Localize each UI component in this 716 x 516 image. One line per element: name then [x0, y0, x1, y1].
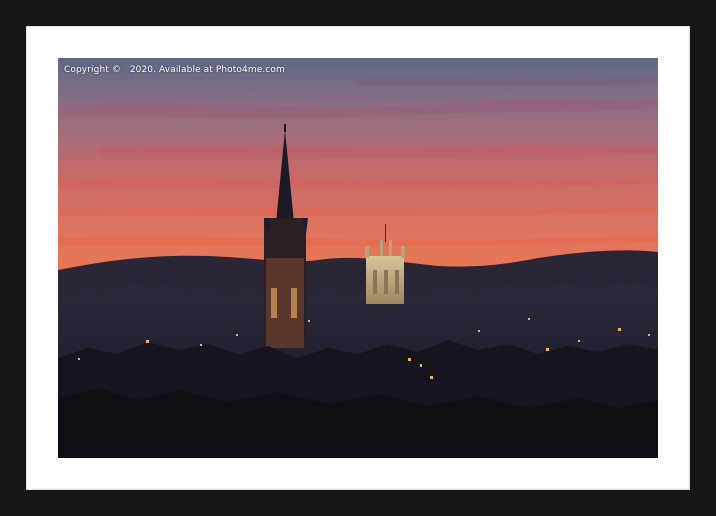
watermark-copyright: Copyright © 2020. Available at Photo4me.…: [64, 65, 285, 75]
sunset-cityscape-image: [58, 58, 658, 458]
sunset-photo: Copyright © 2020. Available at Photo4me.…: [58, 58, 658, 458]
